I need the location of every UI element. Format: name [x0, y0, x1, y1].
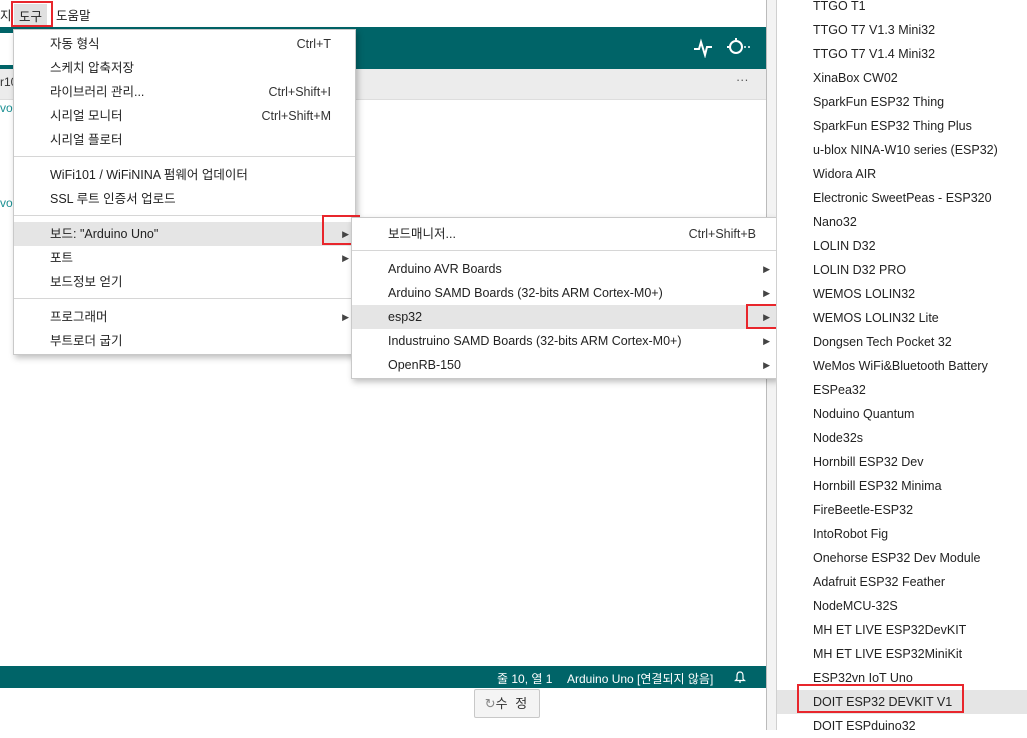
cursor-position: 줄 10, 열 1 — [497, 672, 553, 686]
board-item[interactable]: Onehorse ESP32 Dev Module — [777, 546, 1027, 570]
board-item[interactable]: WEMOS LOLIN32 Lite — [777, 306, 1027, 330]
board-item[interactable]: TTGO T7 V1.4 Mini32 — [777, 42, 1027, 66]
boards-submenu: 보드매니저... Ctrl+Shift+B Arduino AVR Boards ▶… — [351, 217, 777, 379]
board-item[interactable]: Adafruit ESP32 Feather — [777, 570, 1027, 594]
chevron-right-icon: ▶ — [763, 360, 770, 370]
status-bar: 줄 10, 열 1 Arduino Uno [연결되지 않음] — [0, 666, 766, 688]
menu-item-industruino[interactable]: Industruino SAMD Boards (32-bits ARM Cor… — [352, 329, 776, 353]
board-item[interactable]: MH ET LIVE ESP32MiniKit — [777, 642, 1027, 666]
menu-item-samd-boards[interactable]: Arduino SAMD Boards (32-bits ARM Cortex-… — [352, 281, 776, 305]
menu-item-serial-plotter[interactable]: 시리얼 플로터 — [14, 128, 355, 152]
board-item[interactable]: TTGO T7 V1.3 Mini32 — [777, 18, 1027, 42]
tools-menu: 자동 형식 Ctrl+T 스케치 압축저장 라이브러리 관리... Ctrl+Shi… — [13, 29, 356, 355]
fix-button-label: 수 정 — [495, 696, 530, 711]
menu-item-ssl-upload[interactable]: SSL 루트 인증서 업로드 — [14, 187, 355, 211]
chevron-right-icon: ▶ — [342, 312, 349, 322]
refresh-icon: ↻ — [484, 696, 496, 711]
menu-item-manage-libraries[interactable]: 라이브러리 관리... Ctrl+Shift+I — [14, 80, 355, 104]
tab-more-button[interactable]: ··· — [736, 73, 749, 87]
board-item[interactable]: WeMos WiFi&Bluetooth Battery — [777, 354, 1027, 378]
chevron-right-icon: ▶ — [342, 253, 349, 263]
fix-button[interactable]: ↻수 정 — [474, 689, 540, 718]
board-item[interactable]: Noduino Quantum — [777, 402, 1027, 426]
board-item[interactable]: XinaBox CW02 — [777, 66, 1027, 90]
board-item[interactable]: DOIT ESPduino32 — [777, 714, 1027, 738]
highlight-doit-devkit — [797, 684, 964, 713]
board-item[interactable]: WEMOS LOLIN32 — [777, 282, 1027, 306]
menu-item-port[interactable]: 포트 ▶ — [14, 246, 355, 270]
menu-separator — [14, 215, 355, 216]
board-item[interactable]: Node32s — [777, 426, 1027, 450]
menu-separator — [14, 298, 355, 299]
menu-item-board-manager[interactable]: 보드매니저... Ctrl+Shift+B — [352, 222, 776, 246]
board-item[interactable]: ESPea32 — [777, 378, 1027, 402]
menu-item-burn-bootloader[interactable]: 부트로더 굽기 — [14, 329, 355, 353]
menu-item-esp32[interactable]: esp32 ▶ — [352, 305, 776, 329]
board-item[interactable]: SparkFun ESP32 Thing Plus — [777, 114, 1027, 138]
menu-help[interactable]: 도움말 — [56, 5, 91, 24]
menu-item-auto-format[interactable]: 자동 형식 Ctrl+T — [14, 32, 355, 56]
menu-bar: 지 도구 도움말 — [0, 0, 766, 27]
menu-item-firmware-updater[interactable]: WiFi101 / WiFiNINA 펌웨어 업데이터 — [14, 163, 355, 187]
menu-item-board-info[interactable]: 보드정보 얻기 — [14, 270, 355, 294]
board-item[interactable]: LOLIN D32 PRO — [777, 258, 1027, 282]
menu-item-programmer[interactable]: 프로그래머 ▶ — [14, 305, 355, 329]
menu-item-archive-sketch[interactable]: 스케치 압축저장 — [14, 56, 355, 80]
board-item[interactable]: NodeMCU-32S — [777, 594, 1027, 618]
board-item[interactable]: SparkFun ESP32 Thing — [777, 90, 1027, 114]
serial-monitor-icon[interactable] — [726, 37, 752, 59]
serial-plotter-icon[interactable] — [693, 38, 713, 58]
board-item[interactable]: Dongsen Tech Pocket 32 — [777, 330, 1027, 354]
bell-icon[interactable] — [734, 671, 746, 683]
menu-item-openrb[interactable]: OpenRB-150 ▶ — [352, 353, 776, 377]
menu-item-serial-monitor[interactable]: 시리얼 모니터 Ctrl+Shift+M — [14, 104, 355, 128]
menu-item-board[interactable]: 보드: "Arduino Uno" ▶ — [14, 222, 355, 246]
board-status: Arduino Uno [연결되지 않음] — [567, 672, 714, 686]
chevron-right-icon: ▶ — [763, 264, 770, 274]
board-item[interactable]: Widora AIR — [777, 162, 1027, 186]
board-item[interactable]: Hornbill ESP32 Minima — [777, 474, 1027, 498]
menu-item-avr-boards[interactable]: Arduino AVR Boards ▶ — [352, 257, 776, 281]
board-item[interactable]: LOLIN D32 — [777, 234, 1027, 258]
board-item[interactable]: TTGO T1 — [777, 0, 1027, 18]
board-item[interactable]: Hornbill ESP32 Dev — [777, 450, 1027, 474]
toolbar-edge — [0, 33, 14, 65]
board-item[interactable]: Nano32 — [777, 210, 1027, 234]
board-item[interactable]: u-blox NINA-W10 series (ESP32) — [777, 138, 1027, 162]
chevron-right-icon: ▶ — [763, 288, 770, 298]
chevron-right-icon: ▶ — [763, 336, 770, 346]
board-item[interactable]: Electronic SweetPeas - ESP320 — [777, 186, 1027, 210]
menu-partial[interactable]: 지 — [0, 5, 12, 24]
menu-separator — [14, 156, 355, 157]
highlight-tools-menu — [11, 1, 53, 27]
board-item[interactable]: MH ET LIVE ESP32DevKIT — [777, 618, 1027, 642]
board-item[interactable]: IntoRobot Fig — [777, 522, 1027, 546]
menu-separator — [352, 250, 776, 251]
esp32-board-list: TTGO T1 TTGO T7 V1.3 Mini32 TTGO T7 V1.4… — [776, 0, 1027, 733]
board-item[interactable]: FireBeetle-ESP32 — [777, 498, 1027, 522]
